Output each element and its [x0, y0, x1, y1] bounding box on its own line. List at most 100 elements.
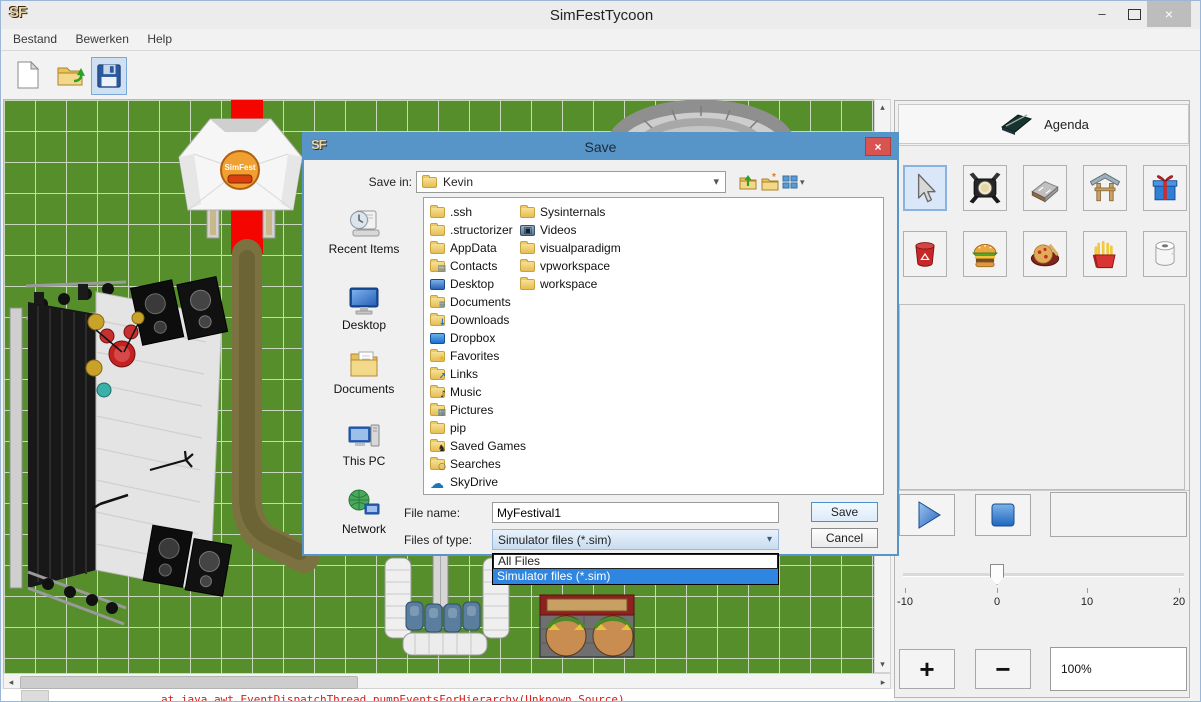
scroll-left-icon[interactable]: ◂ — [6, 677, 16, 688]
file-name: Documents — [450, 295, 511, 309]
dialog-title: Save — [304, 139, 897, 155]
up-folder-icon — [738, 172, 758, 192]
title-bar: SF SimFestTycoon – × — [1, 1, 1201, 29]
menu-bewerken[interactable]: Bewerken — [74, 29, 131, 49]
file-name-input[interactable] — [492, 502, 779, 523]
list-item[interactable]: Videos — [520, 222, 576, 238]
place-network[interactable]: Network — [314, 488, 414, 536]
tool-hamburger[interactable] — [963, 231, 1007, 277]
tool-gift[interactable] — [1143, 165, 1187, 211]
open-file-button[interactable] — [53, 57, 87, 93]
divider — [895, 145, 1189, 146]
list-item[interactable]: Favorites — [430, 348, 499, 364]
scroll-right-icon[interactable]: ▸ — [878, 677, 888, 688]
play-button[interactable] — [899, 494, 955, 536]
folder-icon — [520, 279, 535, 290]
list-item[interactable]: Contacts — [430, 258, 497, 274]
tool-fries[interactable] — [1083, 231, 1127, 277]
place-label: Network — [314, 522, 414, 536]
scroll-down-icon[interactable]: ▾ — [875, 659, 890, 670]
list-item[interactable]: Searches — [430, 456, 501, 472]
searches-icon — [430, 459, 445, 470]
dropdown-option-all-files[interactable]: All Files — [493, 554, 778, 569]
speed-slider-thumb[interactable] — [990, 564, 1004, 585]
dialog-close-button[interactable]: × — [865, 137, 891, 156]
tool-pizza[interactable] — [1023, 231, 1067, 277]
file-name: Downloads — [450, 313, 509, 327]
speed-slider-track[interactable] — [903, 573, 1184, 577]
slider-tick — [1179, 588, 1180, 593]
folder-icon — [422, 177, 437, 188]
place-desktop[interactable]: Desktop — [314, 284, 414, 332]
create-new-folder-button[interactable]: * — [760, 171, 780, 193]
tool-trash-bin[interactable] — [903, 231, 947, 277]
list-item[interactable]: Pictures — [430, 402, 493, 418]
trash-bin-icon — [905, 233, 945, 275]
place-recent-items[interactable]: Recent Items — [314, 206, 414, 256]
list-item[interactable]: Saved Games — [430, 438, 526, 454]
file-list[interactable]: .ssh .structorizer AppData Contacts Desk… — [423, 197, 884, 495]
agenda-button[interactable]: Agenda — [898, 104, 1189, 144]
place-this-pc[interactable]: This PC — [314, 420, 414, 468]
views-menu-button[interactable]: ▾ — [782, 171, 805, 193]
tool-gate[interactable] — [1083, 165, 1127, 211]
maximize-button[interactable] — [1119, 1, 1149, 27]
save-in-value: Kevin — [443, 175, 473, 189]
stop-button[interactable] — [975, 494, 1031, 536]
horizontal-scrollbar[interactable]: ◂ ▸ — [3, 673, 891, 689]
downloads-icon — [430, 315, 445, 326]
tool-cursor[interactable] — [903, 165, 947, 211]
slider-label-0: 0 — [982, 596, 1012, 608]
skydrive-icon — [430, 477, 445, 488]
file-name: Dropbox — [450, 331, 495, 345]
save-in-combobox[interactable]: Kevin ▾ — [416, 171, 726, 193]
file-name: Saved Games — [450, 439, 526, 453]
dropdown-option-sim-files[interactable]: Simulator files (*.sim) — [493, 569, 778, 584]
file-name: visualparadigm — [540, 241, 621, 255]
up-one-level-button[interactable] — [738, 171, 758, 193]
folder-icon — [430, 423, 445, 434]
list-item[interactable]: vpworkspace — [520, 258, 610, 274]
zoom-out-button[interactable]: − — [975, 649, 1031, 689]
save-in-label: Save in: — [344, 175, 412, 189]
slider-label-10: 10 — [1072, 596, 1102, 608]
scroll-up-icon[interactable]: ▴ — [875, 102, 890, 113]
list-item[interactable]: workspace — [520, 276, 597, 292]
list-item[interactable]: visualparadigm — [520, 240, 621, 256]
list-item[interactable]: pip — [430, 420, 466, 436]
cancel-button[interactable]: Cancel — [811, 528, 878, 548]
maximize-icon — [1128, 9, 1141, 20]
save-button[interactable]: Save — [811, 502, 878, 522]
new-file-button[interactable] — [11, 57, 45, 93]
list-item[interactable]: .structorizer — [430, 222, 513, 238]
menu-bestand[interactable]: Bestand — [11, 29, 59, 49]
minimize-button[interactable]: – — [1087, 1, 1117, 27]
list-item[interactable]: Documents — [430, 294, 511, 310]
main-toolbar — [1, 51, 1201, 98]
list-item[interactable]: Desktop — [430, 276, 494, 292]
save-file-button[interactable] — [91, 57, 127, 95]
list-item[interactable]: Links — [430, 366, 478, 382]
tool-spotlight[interactable] — [963, 165, 1007, 211]
list-item[interactable]: Dropbox — [430, 330, 495, 346]
tool-road[interactable] — [1023, 165, 1067, 211]
views-grid-icon — [782, 175, 798, 189]
list-item[interactable]: AppData — [430, 240, 497, 256]
zoom-level-field[interactable]: 100% — [1050, 647, 1187, 691]
agenda-book-icon — [998, 111, 1034, 137]
list-item[interactable]: Downloads — [430, 312, 509, 328]
tool-toilet-paper[interactable] — [1143, 231, 1187, 277]
list-item[interactable]: Sysinternals — [520, 204, 605, 220]
file-type-combobox[interactable]: Simulator files (*.sim) ▾ — [492, 529, 779, 550]
menu-help[interactable]: Help — [145, 29, 174, 49]
folder-icon — [430, 207, 445, 218]
scrollbar-thumb[interactable] — [20, 676, 358, 689]
list-item[interactable]: .ssh — [430, 204, 472, 220]
close-button[interactable]: × — [1147, 1, 1191, 27]
file-name: Desktop — [450, 277, 494, 291]
list-item[interactable]: Music — [430, 384, 481, 400]
place-documents[interactable]: Documents — [314, 348, 414, 396]
dialog-title-bar[interactable]: SF Save × — [304, 134, 897, 160]
zoom-in-button[interactable]: + — [899, 649, 955, 689]
list-item[interactable]: SkyDrive — [430, 474, 498, 490]
